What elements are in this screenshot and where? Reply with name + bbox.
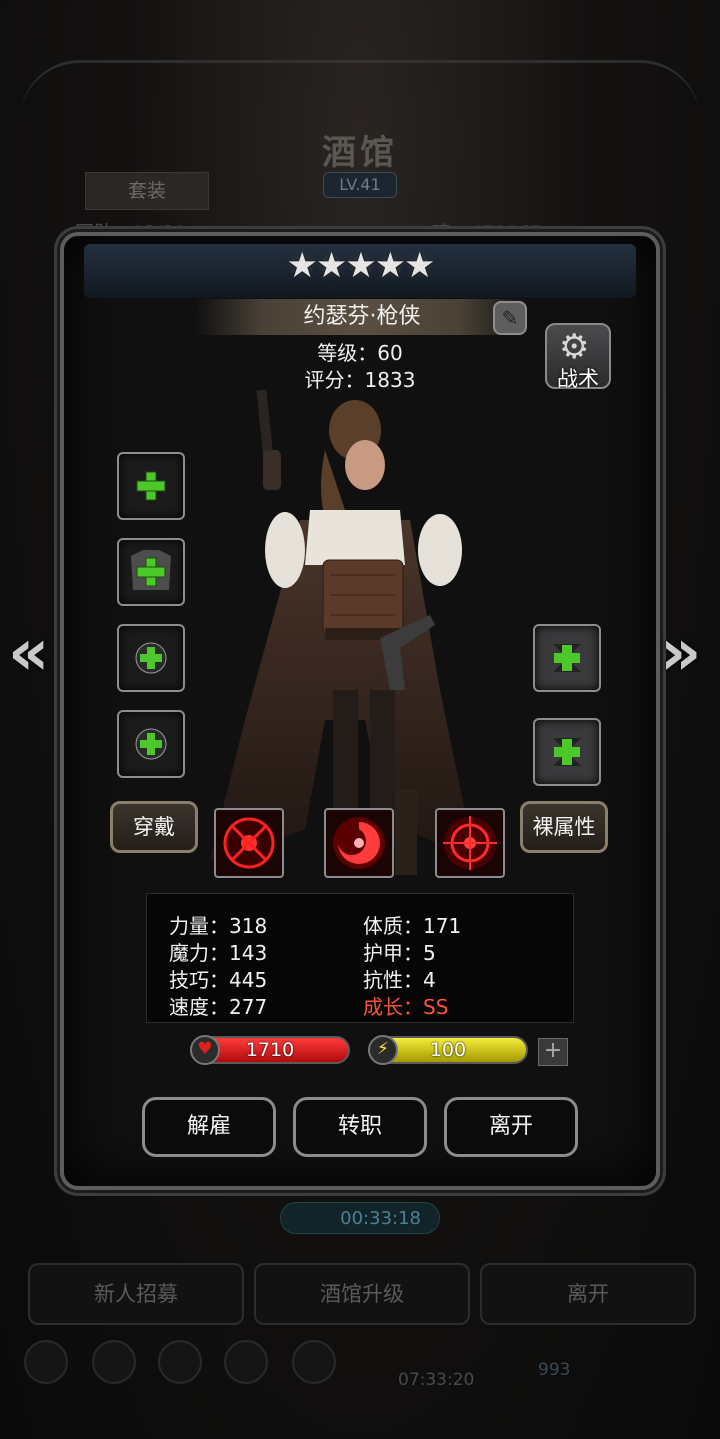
nav-icon-5[interactable] [292, 1340, 336, 1384]
recruit-button[interactable]: 新人招募 [28, 1263, 244, 1325]
tactic-button[interactable]: ⚙ 战术 [545, 323, 611, 391]
skill-slot-1[interactable] [533, 624, 601, 692]
target-skill-icon [443, 816, 497, 870]
wear-button[interactable]: 穿戴 [110, 801, 198, 853]
add-energy-button[interactable]: + [538, 1038, 568, 1066]
refresh-timer: 00:33:18 [280, 1202, 440, 1234]
pencil-icon: ✎ [501, 306, 519, 330]
stat-skill: 技巧：445 [169, 968, 268, 992]
suit-tab[interactable]: 套装 [85, 172, 209, 210]
double-chevron-left-icon[interactable]: « [8, 618, 49, 688]
hero-score: 评分：1833 [304, 368, 416, 392]
naked-attributes-button[interactable]: 裸属性 [520, 801, 608, 853]
nav-icon-4[interactable] [224, 1340, 268, 1384]
skill-slot-2[interactable] [533, 718, 601, 786]
stat-armor: 护甲：5 [363, 941, 436, 965]
nav-icon-2[interactable] [92, 1340, 136, 1384]
nav-icon-3[interactable] [158, 1340, 202, 1384]
skill-target[interactable] [435, 808, 505, 878]
change-job-button[interactable]: 转职 [293, 1097, 427, 1157]
tavern-title: 酒馆 [322, 133, 398, 173]
equip-slot-weapon[interactable] [117, 452, 185, 520]
energy-bar: ⚡ 100 [368, 1035, 528, 1065]
star-rating: ★★★★★ [286, 246, 436, 286]
equip-slot-armor[interactable] [117, 538, 185, 606]
green-plus-icon [136, 557, 166, 587]
green-plus-icon [135, 642, 167, 674]
green-plus-icon [136, 471, 166, 501]
hp-bar: ♥ 1710 [190, 1035, 350, 1065]
hero-name: 约瑟芬·枪侠 [197, 299, 527, 335]
gem-count: 993 [538, 1360, 571, 1380]
gunslinger-character [210, 390, 475, 875]
skill-vortex[interactable] [324, 808, 394, 878]
double-chevron-right-icon[interactable]: » [660, 618, 701, 688]
nav-icon-1[interactable] [24, 1340, 68, 1384]
green-plus-icon [553, 738, 581, 766]
stats-panel: 力量：318 魔力：143 技巧：445 速度：277 体质：171 护甲：5 … [146, 893, 574, 1023]
stat-resistance: 抗性：4 [363, 968, 436, 992]
stat-constitution: 体质：171 [363, 914, 462, 938]
hero-level: 等级：60 [317, 341, 403, 365]
edit-name-button[interactable]: ✎ [493, 301, 527, 335]
stat-speed: 速度：277 [169, 995, 268, 1019]
crosshair-skill-icon [223, 817, 275, 869]
vortex-skill-icon [333, 817, 385, 869]
tavern-level-badge: LV.41 [323, 172, 397, 198]
green-plus-icon [135, 728, 167, 760]
stat-magic: 魔力：143 [169, 941, 268, 965]
energy-value: 100 [429, 1039, 467, 1061]
equip-slot-accessory-1[interactable] [117, 624, 185, 692]
leave-button[interactable]: 离开 [444, 1097, 578, 1157]
stat-growth: 成长：SS [363, 995, 449, 1019]
equip-slot-accessory-2[interactable] [117, 710, 185, 778]
tavern-upgrade-button[interactable]: 酒馆升级 [254, 1263, 470, 1325]
bottom-timer: 07:33:20 [398, 1370, 475, 1390]
skill-crosshair[interactable] [214, 808, 284, 878]
tactic-label: 战术 [557, 367, 599, 391]
green-plus-icon [553, 644, 581, 672]
stat-strength: 力量：318 [169, 914, 268, 938]
tavern-leave-button[interactable]: 离开 [480, 1263, 696, 1325]
hp-value: 1710 [245, 1039, 295, 1061]
dismiss-button[interactable]: 解雇 [142, 1097, 276, 1157]
gear-icon: ⚙ [559, 327, 590, 367]
